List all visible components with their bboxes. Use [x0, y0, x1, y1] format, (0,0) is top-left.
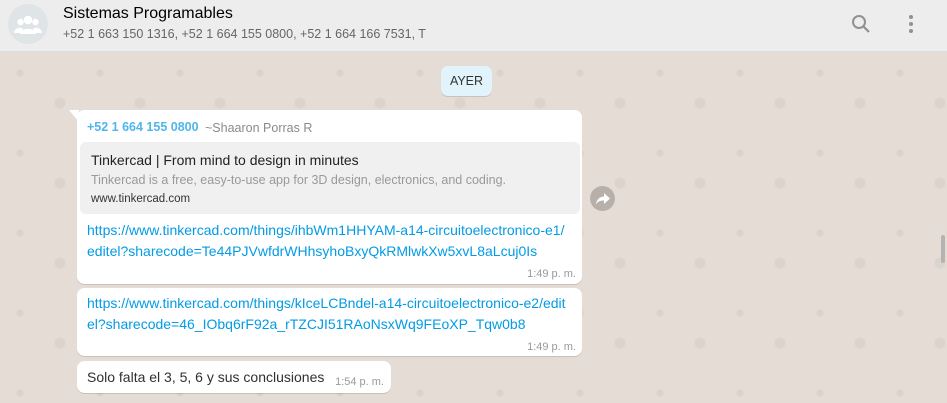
kebab-menu-icon[interactable]: [899, 12, 923, 36]
sender-name: ~Shaaron Porras R: [205, 121, 313, 135]
message-bubble[interactable]: Solo falta el 3, 5, 6 y sus conclusiones…: [77, 361, 391, 393]
message-time: 1:49 p. m.: [527, 341, 576, 353]
message-bubble[interactable]: https://www.tinkercad.com/things/kIceLCB…: [77, 288, 582, 356]
message-bubble[interactable]: +52 1 664 155 0800 ~Shaaron Porras R Tin…: [69, 110, 582, 284]
group-avatar-icon[interactable]: [8, 4, 48, 44]
message-link[interactable]: https://www.tinkercad.com/things/kIceLCB…: [87, 293, 567, 335]
date-divider: AYER: [441, 66, 492, 96]
chat-participants[interactable]: +52 1 663 150 1316, +52 1 664 155 0800, …: [63, 27, 426, 41]
forward-icon[interactable]: [590, 186, 615, 211]
message-link[interactable]: https://www.tinkercad.com/things/ihbWm1H…: [87, 220, 567, 262]
preview-title: Tinkercad | From mind to design in minut…: [91, 152, 359, 168]
preview-domain: www.tinkercad.com: [91, 193, 191, 205]
chat-title[interactable]: Sistemas Programables: [63, 5, 233, 23]
sender-phone[interactable]: +52 1 664 155 0800: [87, 120, 199, 134]
search-icon[interactable]: [849, 12, 873, 36]
message-time: 1:54 p. m.: [335, 376, 384, 388]
chat-header: Sistemas Programables +52 1 663 150 1316…: [0, 0, 947, 52]
preview-description: Tinkercad is a free, easy-to-use app for…: [91, 173, 507, 187]
link-preview[interactable]: Tinkercad | From mind to design in minut…: [80, 142, 580, 214]
scrollbar-thumb[interactable]: [941, 235, 945, 263]
message-time: 1:49 p. m.: [527, 268, 576, 280]
message-text: Solo falta el 3, 5, 6 y sus conclusiones: [87, 369, 325, 385]
